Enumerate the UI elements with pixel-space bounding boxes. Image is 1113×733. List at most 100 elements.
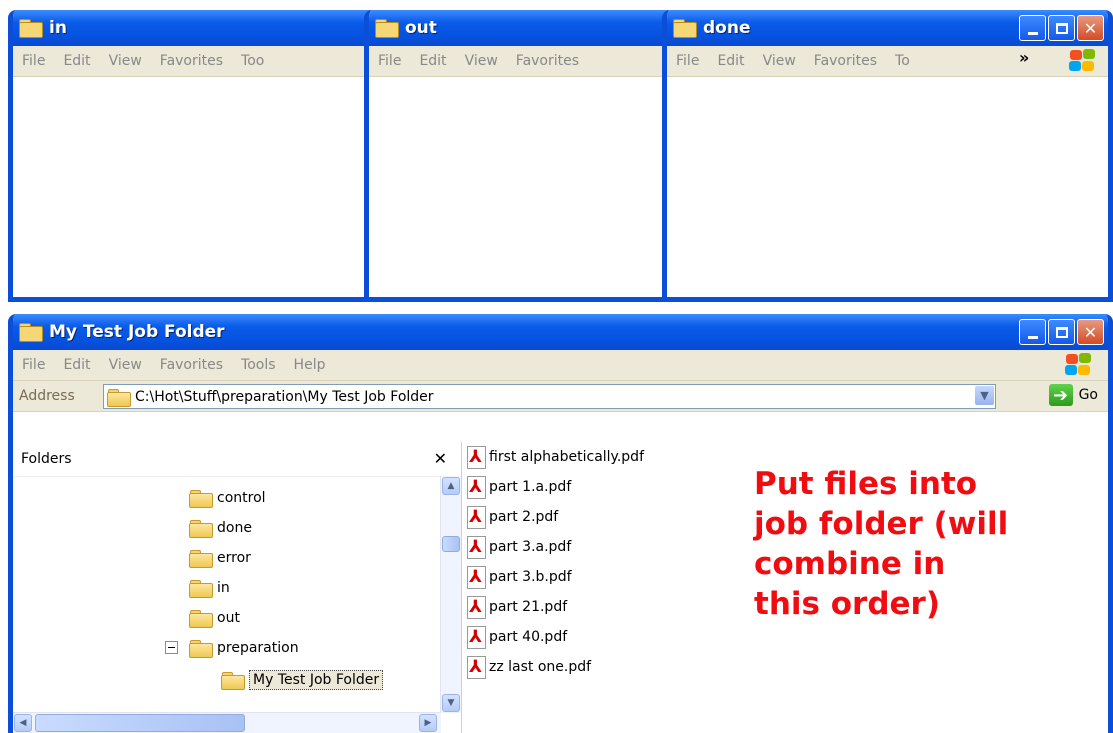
window-title: My Test Job Folder: [49, 322, 225, 342]
window-title: out: [405, 18, 437, 38]
file-item[interactable]: ⅄ part 21.pdf: [465, 592, 567, 622]
menu-edit[interactable]: Edit: [54, 53, 99, 69]
annotation-text: Put files into job folder (will combine …: [754, 464, 1084, 624]
menu-file[interactable]: File: [667, 53, 708, 69]
file-item[interactable]: ⅄ part 3.b.pdf: [465, 562, 572, 592]
menu-view[interactable]: View: [100, 53, 151, 69]
address-input[interactable]: C:\Hot\Stuff\preparation\My Test Job Fol…: [103, 384, 996, 409]
tree-item-in[interactable]: in: [189, 573, 230, 603]
folder-icon: [189, 639, 213, 658]
folders-pane-header: Folders ✕: [13, 442, 461, 477]
menu-view[interactable]: View: [456, 53, 507, 69]
tree-item-label: out: [217, 610, 240, 626]
window-title: in: [49, 18, 67, 38]
tree-item-label: preparation: [217, 640, 299, 656]
scroll-thumb-horizontal[interactable]: [35, 714, 245, 732]
tree-item-error[interactable]: error: [189, 543, 251, 573]
scroll-down-button[interactable]: ▼: [442, 694, 460, 712]
folder-icon: [189, 489, 213, 508]
menu-edit[interactable]: Edit: [410, 53, 455, 69]
tree-item-done[interactable]: done: [189, 513, 252, 543]
menu-file[interactable]: File: [13, 357, 54, 373]
folder-icon: [107, 388, 131, 407]
file-name: first alphabetically.pdf: [489, 449, 644, 465]
folder-icon: [189, 519, 213, 538]
menu-favorites[interactable]: Favorites: [805, 53, 886, 69]
menu-chevron[interactable]: »: [1019, 48, 1029, 67]
menubar-out: File Edit View Favorites: [369, 46, 669, 77]
file-item[interactable]: ⅄ part 40.pdf: [465, 622, 567, 652]
scroll-up-button[interactable]: ▲: [442, 477, 460, 495]
menu-help[interactable]: Help: [285, 357, 335, 373]
vertical-scrollbar[interactable]: ▲ ▼: [440, 476, 461, 713]
scroll-thumb[interactable]: [442, 536, 460, 552]
file-name: part 2.pdf: [489, 509, 559, 525]
file-item[interactable]: ⅄ zz last one.pdf: [465, 652, 591, 682]
maximize-button[interactable]: [1048, 15, 1075, 41]
menu-tools[interactable]: To: [886, 53, 919, 69]
file-name: part 40.pdf: [489, 629, 568, 645]
window-out: out File Edit View Favorites: [364, 10, 674, 302]
folder-icon: [189, 609, 213, 628]
close-icon[interactable]: ✕: [434, 449, 447, 468]
tree-item-control[interactable]: control: [189, 483, 266, 513]
menu-edit[interactable]: Edit: [708, 53, 753, 69]
file-name: part 3.a.pdf: [489, 539, 572, 555]
tree-item-label: error: [217, 550, 251, 566]
folder-icon: [19, 19, 43, 38]
file-item[interactable]: ⅄ part 2.pdf: [465, 502, 558, 532]
maximize-button[interactable]: [1048, 319, 1075, 345]
file-item[interactable]: ⅄ first alphabetically.pdf: [465, 442, 644, 472]
scroll-left-button[interactable]: ◀: [14, 714, 32, 732]
close-button[interactable]: ✕: [1077, 15, 1104, 41]
folder-icon: [673, 19, 697, 38]
titlebar-out[interactable]: out: [369, 10, 669, 46]
tree-item-preparation[interactable]: preparation: [189, 633, 299, 663]
address-value: C:\Hot\Stuff\preparation\My Test Job Fol…: [135, 388, 434, 405]
tree-item-out[interactable]: out: [189, 603, 240, 633]
titlebar-in[interactable]: in: [13, 10, 373, 46]
pdf-icon: ⅄: [465, 566, 487, 589]
menu-favorites[interactable]: Favorites: [151, 53, 232, 69]
windows-logo-icon: [1068, 49, 1098, 73]
folder-icon: [375, 19, 399, 38]
menu-file[interactable]: File: [369, 53, 410, 69]
tree-item-my-test-job-folder[interactable]: My Test Job Folder: [221, 665, 384, 695]
horizontal-scrollbar[interactable]: ◀ ▶: [13, 712, 441, 733]
go-button[interactable]: ➔ Go: [1048, 384, 1098, 406]
maximize-icon: [1055, 326, 1068, 338]
menubar-done: File Edit View Favorites To »: [667, 46, 1108, 77]
close-button[interactable]: ✕: [1077, 319, 1104, 345]
maximize-icon: [1055, 22, 1068, 34]
menubar-main: File Edit View Favorites Tools Help: [13, 350, 1108, 381]
titlebar-done[interactable]: done ✕: [667, 10, 1108, 46]
menu-edit[interactable]: Edit: [54, 357, 99, 373]
menu-view[interactable]: View: [100, 357, 151, 373]
collapse-toggle[interactable]: [165, 641, 178, 654]
file-item[interactable]: ⅄ part 3.a.pdf: [465, 532, 571, 562]
scroll-right-button[interactable]: ▶: [419, 714, 437, 732]
menu-favorites[interactable]: Favorites: [507, 53, 588, 69]
menu-tools[interactable]: Too: [232, 53, 273, 69]
file-item[interactable]: ⅄ part 1.a.pdf: [465, 472, 571, 502]
pdf-icon: ⅄: [465, 506, 487, 529]
menubar-in: File Edit View Favorites Too: [13, 46, 373, 77]
file-name: part 3.b.pdf: [489, 569, 572, 585]
minimize-button[interactable]: [1019, 15, 1046, 41]
pdf-icon: ⅄: [465, 626, 487, 649]
pdf-icon: ⅄: [465, 536, 487, 559]
menu-tools[interactable]: Tools: [232, 357, 285, 373]
pdf-icon: ⅄: [465, 446, 487, 469]
menu-favorites[interactable]: Favorites: [151, 357, 232, 373]
file-name: part 21.pdf: [489, 599, 568, 615]
titlebar-main[interactable]: My Test Job Folder ✕: [13, 314, 1108, 350]
chevron-down-icon[interactable]: ▼: [975, 386, 994, 405]
pdf-icon: ⅄: [465, 596, 487, 619]
annotation-line: Put files into: [754, 466, 978, 502]
menu-file[interactable]: File: [13, 53, 54, 69]
annotation-line: combine in: [754, 546, 946, 582]
window-title: done: [703, 18, 751, 38]
menu-view[interactable]: View: [754, 53, 805, 69]
minimize-button[interactable]: [1019, 319, 1046, 345]
go-label: Go: [1078, 387, 1098, 403]
